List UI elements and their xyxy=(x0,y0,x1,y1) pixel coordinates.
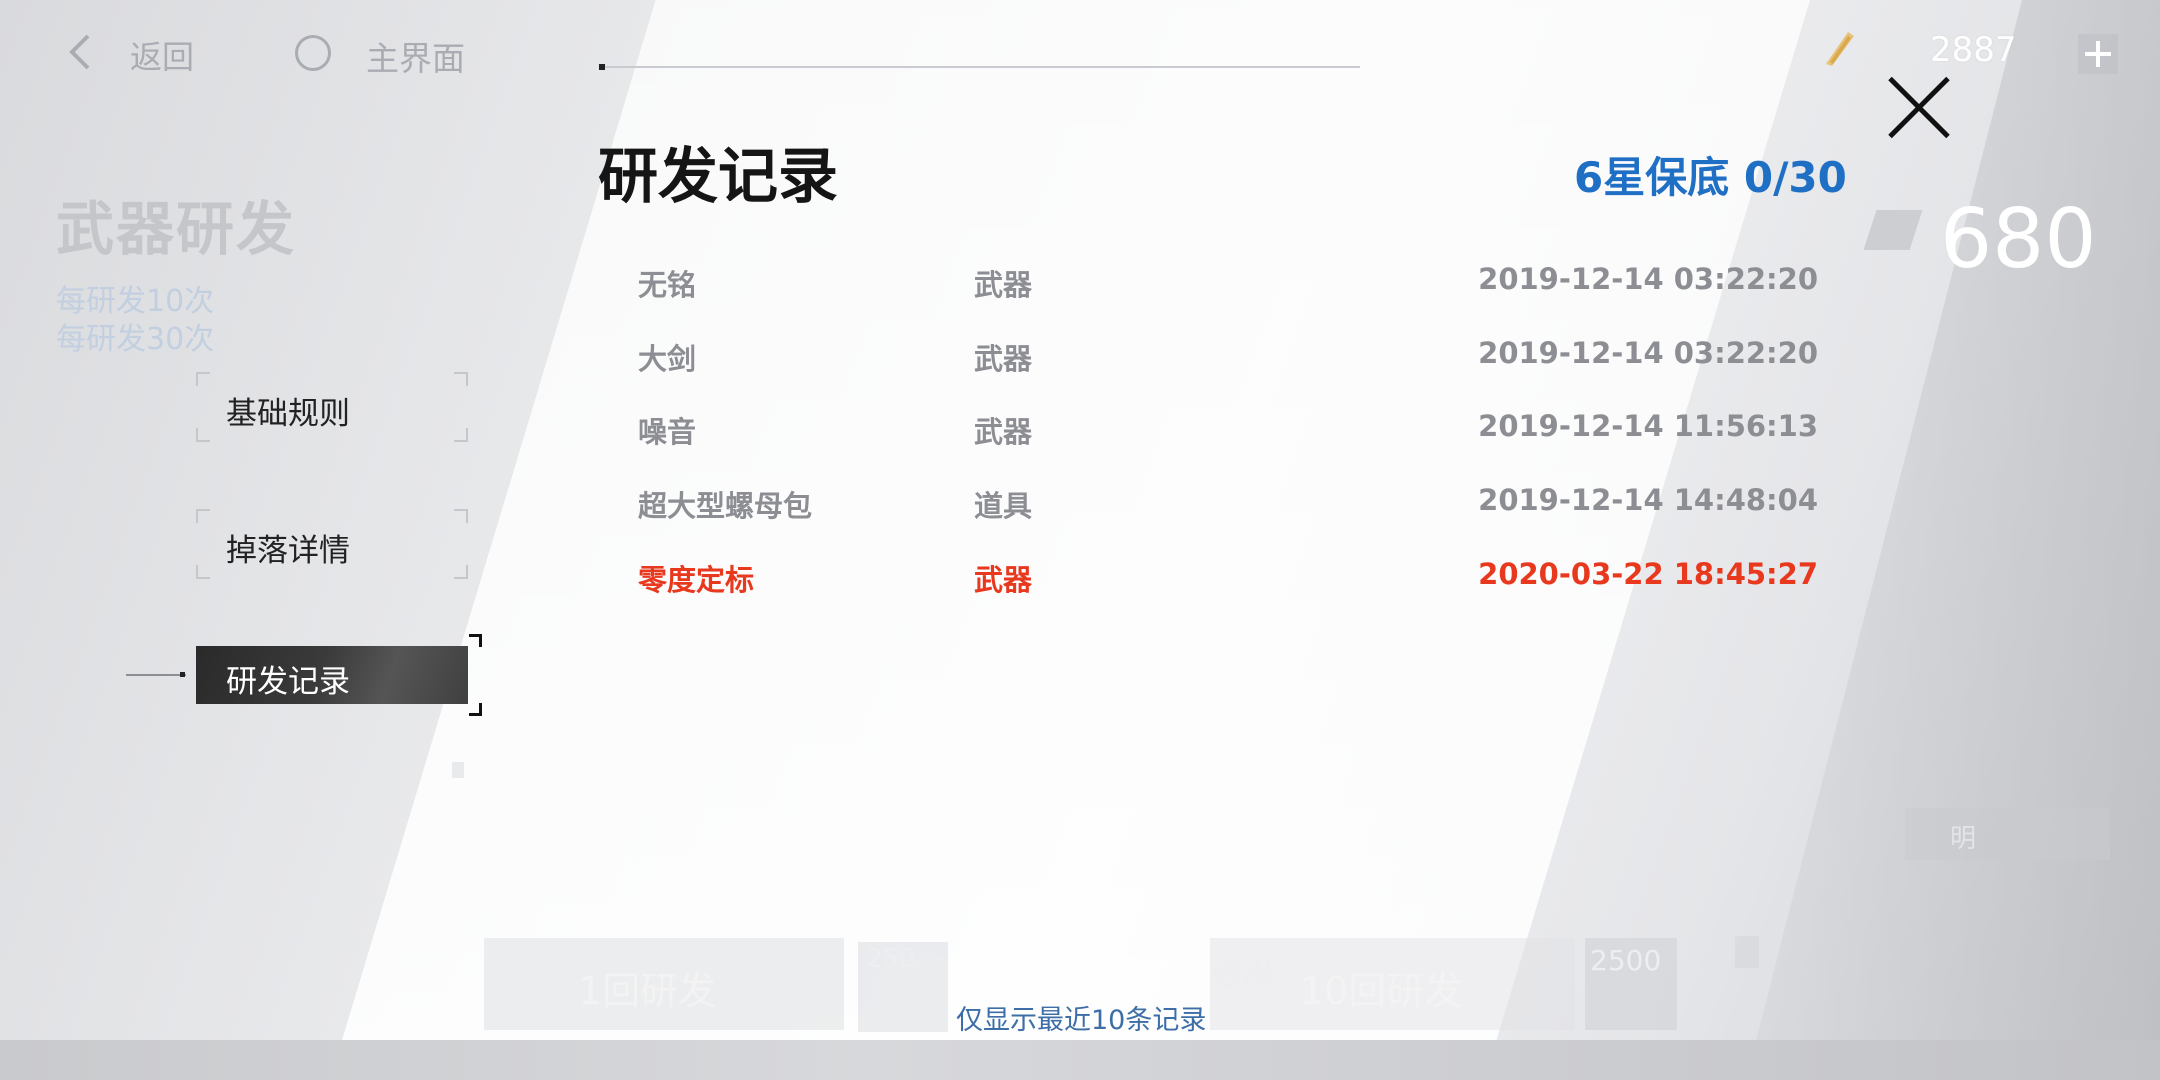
background-right-button xyxy=(1905,808,2110,860)
background-ten-research-label: 10回研发 xyxy=(1300,969,1463,1013)
record-time: 2019-12-14 14:48:04 xyxy=(1478,483,1818,517)
record-row: 无铭 武器 2019-12-14 03:22:20 xyxy=(638,262,1818,312)
background-small-block xyxy=(1735,936,1759,968)
record-name: 大剑 xyxy=(638,342,697,376)
record-type: 武器 xyxy=(974,415,1033,449)
background-card-icon xyxy=(1863,210,1923,250)
bottom-strip xyxy=(0,1040,2160,1080)
record-time: 2020-03-22 18:45:27 xyxy=(1478,557,1818,591)
chevron-left-icon[interactable] xyxy=(62,32,102,72)
currency-icon xyxy=(1818,26,1860,68)
tab-research-records[interactable]: 研发记录 xyxy=(196,634,482,716)
panel-title: 研发记录 xyxy=(598,142,838,212)
tab-extra-hint xyxy=(452,762,464,778)
background-title: 武器研发 xyxy=(56,195,297,263)
record-type: 道具 xyxy=(974,489,1033,523)
background-single-cost: 250 xyxy=(866,944,916,974)
title-divider-dot xyxy=(599,64,605,70)
record-name: 超大型螺母包 xyxy=(638,489,813,523)
background-subtitle-2: 每研发30次 xyxy=(56,322,215,357)
record-row: 噪音 武器 2019-12-14 11:56:13 xyxy=(638,409,1818,459)
record-type: 武器 xyxy=(974,563,1033,597)
tab-drop-details[interactable]: 掉落详情 xyxy=(196,509,468,579)
record-row: 超大型螺母包 道具 2019-12-14 14:48:04 xyxy=(638,483,1818,533)
background-right-button-label: 明 xyxy=(1950,824,1977,854)
background-count: 680 xyxy=(1940,192,2097,287)
record-type: 武器 xyxy=(974,342,1033,376)
record-name: 无铭 xyxy=(638,268,697,302)
close-icon[interactable] xyxy=(1884,72,1954,142)
record-time: 2019-12-14 03:22:20 xyxy=(1478,262,1818,296)
record-row-highlighted: 零度定标 武器 2020-03-22 18:45:27 xyxy=(638,557,1818,607)
records-footer-note: 仅显示最近10条记录 xyxy=(956,1005,1207,1036)
plus-icon[interactable] xyxy=(2078,34,2118,74)
currency-value: 2887 xyxy=(1930,30,2017,70)
record-name: 零度定标 xyxy=(638,563,755,597)
tab-basic-rules-label: 基础规则 xyxy=(226,396,350,432)
tab-research-records-label: 研发记录 xyxy=(226,664,350,700)
background-single-research-label: 1回研发 xyxy=(578,969,717,1013)
pity-counter: 6星保底 0/30 xyxy=(1574,153,1847,202)
title-divider xyxy=(600,66,1360,68)
tab-pointer-dot xyxy=(180,672,185,677)
record-time: 2019-12-14 11:56:13 xyxy=(1478,409,1818,443)
home-button[interactable]: 主界面 xyxy=(366,32,465,80)
circle-home-icon[interactable] xyxy=(295,35,331,71)
background-ten-cost: 2500 xyxy=(1590,944,1662,977)
record-type: 武器 xyxy=(974,268,1033,302)
tab-drop-details-label: 掉落详情 xyxy=(226,533,350,569)
record-name: 噪音 xyxy=(638,415,697,449)
tab-pointer-line xyxy=(126,674,186,676)
tab-basic-rules[interactable]: 基础规则 xyxy=(196,372,468,442)
back-button[interactable]: 返回 xyxy=(130,32,194,78)
record-row: 大剑 武器 2019-12-14 03:22:20 xyxy=(638,336,1818,386)
background-guarantee-label: 必出 xyxy=(1210,954,1275,992)
record-time: 2019-12-14 03:22:20 xyxy=(1478,336,1818,370)
